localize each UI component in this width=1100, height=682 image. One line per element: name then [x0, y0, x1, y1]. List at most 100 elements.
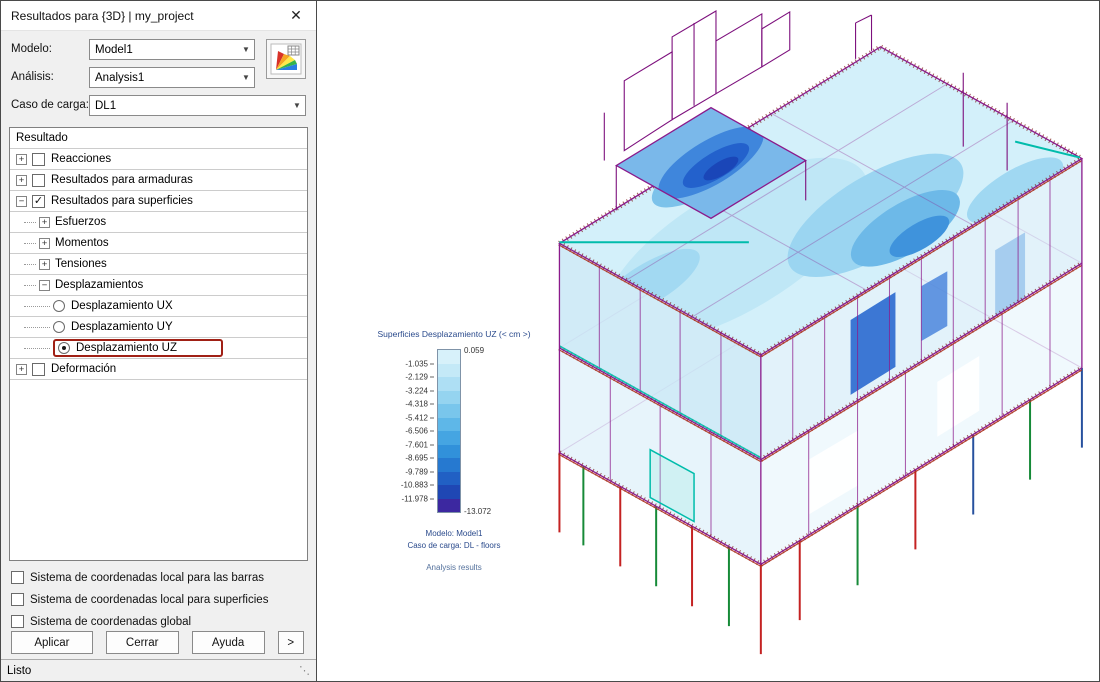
checkbox[interactable]: [11, 571, 24, 584]
color-band: [438, 417, 460, 431]
help-button[interactable]: Ayuda: [191, 631, 265, 654]
legend-model-line: Modelo: Model1: [425, 529, 483, 538]
color-band: [438, 350, 460, 364]
legend-footer: Modelo: Model1 Caso de carga: DL - floor…: [339, 528, 569, 574]
close-icon[interactable]: ✕: [284, 7, 308, 24]
legend-max-value: 0.059: [464, 346, 485, 355]
legend-tick-value: -8.695: [405, 454, 434, 463]
color-band: [438, 390, 460, 404]
legend-tick-values: -1.035 -2.129 -3.224 -4.318 -5.412 -6.506 -7.6…: [374, 350, 434, 512]
tree-item-label: Reacciones: [51, 153, 112, 165]
checkbox-label: Sistema de coordenadas local para superf…: [30, 593, 269, 606]
tree-item-desplazamiento-ux[interactable]: Desplazamiento UX: [10, 296, 307, 317]
color-scale-bar: [437, 349, 461, 513]
tree-item-label: Esfuerzos: [55, 216, 107, 228]
tree-connector: [24, 263, 36, 265]
expand-icon[interactable]: +: [16, 174, 27, 186]
model-select[interactable]: Model1 ▼: [89, 39, 255, 60]
legend-tick-value: -10.883: [401, 481, 434, 490]
results-legend: Superficies Desplazamiento UZ (< cm >) -…: [339, 329, 569, 574]
checkbox[interactable]: [32, 152, 45, 166]
tree-item-label: Resultados para superficies: [51, 195, 193, 207]
radio-button[interactable]: [53, 321, 65, 333]
legend-tick-value: -11.978: [401, 494, 434, 503]
tree-item-resultados-para-superficies[interactable]: − ✓ Resultados para superficies: [10, 191, 307, 212]
legend-analysis-line: Analysis results: [426, 562, 482, 572]
viewport-3d[interactable]: Superficies Desplazamiento UZ (< cm >) -…: [317, 1, 1099, 681]
tree-item-resultados-para-armaduras[interactable]: + Resultados para armaduras: [10, 170, 307, 191]
legend-tick-value: -3.224: [405, 386, 434, 395]
load-case-select[interactable]: DL1 ▼: [89, 95, 306, 116]
tree-item-desplazamientos[interactable]: − Desplazamientos: [10, 275, 307, 296]
tree-item-label: Deformación: [51, 363, 117, 375]
analysis-label: Análisis:: [11, 70, 54, 83]
close-button[interactable]: Cerrar: [105, 631, 179, 654]
tree-item-desplazamiento-uy[interactable]: Desplazamiento UY: [10, 317, 307, 338]
legend-tick-value: -1.035: [405, 359, 434, 368]
status-bar: Listo ⋱: [1, 659, 316, 681]
radio-button[interactable]: [53, 300, 65, 312]
color-band: [438, 458, 460, 472]
tree-item-label: Desplazamiento UX: [71, 300, 173, 312]
tree-item-reacciones[interactable]: + Reacciones: [10, 149, 307, 170]
chevron-down-icon: ▼: [242, 73, 250, 82]
color-band: [438, 485, 460, 499]
legend-tick-value: -9.789: [405, 467, 434, 476]
checkbox[interactable]: [32, 362, 45, 376]
tree-item-deformaci-n[interactable]: + Deformación: [10, 359, 307, 380]
tree-item-label: Resultado: [16, 132, 68, 144]
tree-item-label: Resultados para armaduras: [51, 174, 193, 186]
expand-icon[interactable]: +: [16, 363, 27, 375]
radio-button[interactable]: [58, 342, 70, 354]
legend-tick-value: -7.601: [405, 440, 434, 449]
apply-button[interactable]: Aplicar: [11, 631, 93, 654]
legend-tick-value: -4.318: [405, 400, 434, 409]
checkbox[interactable]: [11, 593, 24, 606]
dialog-titlebar[interactable]: Resultados para {3D} | my_project ✕: [1, 1, 316, 31]
legend-min-value: -13.072: [464, 507, 492, 516]
coord-option-sistema-de-coordenadas-local-para-las-barras[interactable]: Sistema de coordenadas local para las ba…: [11, 571, 306, 584]
color-band: [438, 377, 460, 391]
legend-title: Superficies Desplazamiento UZ (< cm >): [377, 329, 531, 339]
coord-option-sistema-de-coordenadas-local-para-superficies[interactable]: Sistema de coordenadas local para superf…: [11, 593, 306, 606]
tree-item-label: Desplazamientos: [55, 279, 144, 291]
tree-item-desplazamiento-uz[interactable]: Desplazamiento UZ: [10, 338, 307, 359]
tree-item-momentos[interactable]: + Momentos: [10, 233, 307, 254]
tree-connector: [24, 242, 36, 244]
analysis-select[interactable]: Analysis1 ▼: [89, 67, 255, 88]
coord-option-sistema-de-coordenadas-global[interactable]: Sistema de coordenadas global: [11, 615, 306, 628]
collapse-icon[interactable]: −: [39, 279, 50, 291]
tree-item-label: Desplazamiento UZ: [76, 342, 177, 354]
app-window: Resultados para {3D} | my_project ✕ Mode…: [0, 0, 1100, 682]
tree-connector: [24, 326, 50, 328]
checkbox-label: Sistema de coordenadas global: [30, 615, 192, 628]
coordinate-options: Sistema de coordenadas local para las ba…: [1, 561, 316, 628]
more-button[interactable]: >: [277, 631, 304, 654]
results-tree: Resultado + Reacciones + Resultados para arm…: [9, 127, 308, 561]
tree-item-label: Tensiones: [55, 258, 107, 270]
dialog-buttons: Aplicar Cerrar Ayuda >: [11, 631, 304, 654]
color-band: [438, 471, 460, 485]
checkbox[interactable]: [32, 173, 45, 187]
expand-icon[interactable]: +: [16, 153, 27, 165]
expand-icon[interactable]: +: [39, 216, 50, 228]
tree-item-tensiones[interactable]: + Tensiones: [10, 254, 307, 275]
color-band: [438, 404, 460, 418]
checkbox[interactable]: [11, 615, 24, 628]
color-band: [438, 363, 460, 377]
chevron-down-icon: ▼: [293, 101, 301, 110]
results-map-button[interactable]: [266, 39, 306, 79]
color-band: [438, 444, 460, 458]
expand-icon[interactable]: +: [39, 258, 50, 270]
legend-case-line: Caso de carga: DL - floors: [407, 541, 501, 551]
resize-grip-icon[interactable]: ⋱: [299, 664, 310, 677]
selected-result-highlight: Desplazamiento UZ: [53, 339, 223, 357]
collapse-icon[interactable]: −: [16, 195, 27, 207]
model-label: Modelo:: [11, 42, 52, 55]
tree-header: Resultado: [10, 128, 307, 149]
tree-item-esfuerzos[interactable]: + Esfuerzos: [10, 212, 307, 233]
legend-scale: -1.035 -2.129 -3.224 -4.318 -5.412 -6.506 -7.6…: [374, 344, 534, 522]
expand-icon[interactable]: +: [39, 237, 50, 249]
checkbox[interactable]: ✓: [32, 194, 45, 208]
results-dialog: Resultados para {3D} | my_project ✕ Mode…: [1, 1, 317, 681]
